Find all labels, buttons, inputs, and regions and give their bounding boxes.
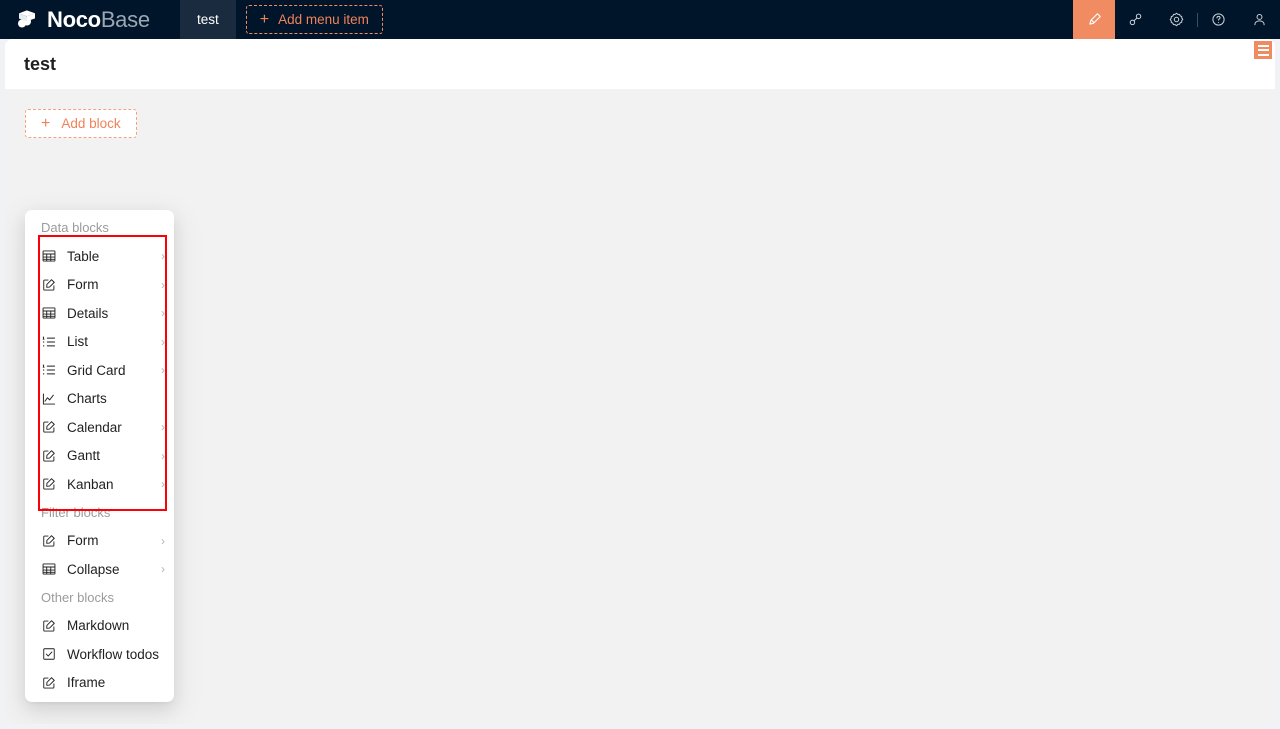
menu-item-label: Calendar (67, 419, 122, 435)
menu-item-label: Workflow todos (67, 646, 160, 662)
add-block-button[interactable]: + Add block (25, 109, 137, 138)
menu-item-label: List (67, 334, 89, 349)
app-header: NocoBase test + Add menu item (0, 0, 1280, 39)
plugin-settings-icon[interactable] (1115, 0, 1156, 39)
list-icon (41, 334, 56, 349)
nocobase-cube-logo-icon (14, 7, 40, 33)
form-icon (41, 477, 56, 492)
menu-item-calendar[interactable]: Calendar › (25, 413, 174, 442)
chevron-right-icon: › (161, 533, 165, 548)
menu-item-label: Collapse (67, 561, 120, 577)
menu-item-grid-card[interactable]: Grid Card › (25, 356, 174, 385)
menu-item-kanban[interactable]: Kanban › (25, 470, 174, 499)
logo-text-primary: Noco (47, 6, 101, 32)
menu-group-title: Other blocks (41, 589, 114, 605)
form-icon (41, 618, 56, 633)
user-avatar-icon[interactable] (1239, 0, 1280, 39)
top-menu-tabs: test + Add menu item (180, 0, 1073, 39)
chevron-right-icon: › (161, 334, 165, 349)
plus-icon: + (41, 114, 51, 132)
menu-item-label: Grid Card (67, 362, 126, 378)
ui-editor-pen-icon[interactable] (1073, 0, 1115, 39)
chevron-right-icon: › (161, 249, 165, 264)
menu-item-label: Form (67, 533, 99, 548)
chevron-right-icon: › (161, 562, 165, 577)
page-container: test + Add block Data blocks Table › Form › D… (5, 39, 1275, 724)
table-icon (41, 249, 56, 264)
page-body: + Add block Data blocks Table › Form › Detail… (5, 89, 1275, 724)
app-logo[interactable]: NocoBase (0, 0, 180, 39)
menu-item-form[interactable]: Form › (25, 271, 174, 300)
menu-item-label: Charts (67, 391, 107, 406)
menu-tab-test[interactable]: test (180, 0, 236, 39)
form-icon (41, 533, 56, 548)
menu-item-iframe[interactable]: Iframe (25, 669, 174, 698)
menu-item-collapse[interactable]: Collapse › (25, 555, 174, 584)
menu-item-label: Table (67, 248, 100, 264)
menu-group-title: Data blocks (41, 220, 109, 235)
page-header: test (5, 39, 1275, 89)
add-menu-item-button[interactable]: + Add menu item (245, 5, 383, 34)
table-icon (41, 306, 56, 321)
menu-item-label: Kanban (67, 476, 114, 492)
chevron-right-icon: › (161, 477, 165, 492)
chevron-right-icon: › (161, 420, 165, 435)
add-block-label: Add block (61, 116, 121, 131)
page-designer-toggle-icon[interactable] (1254, 41, 1272, 59)
menu-item-label: Details (67, 305, 109, 321)
menu-item-label: Gantt (67, 448, 101, 463)
menu-item-markdown[interactable]: Markdown (25, 612, 174, 641)
form-icon (41, 277, 56, 292)
chevron-right-icon: › (161, 277, 165, 292)
menu-item-gantt[interactable]: Gantt › (25, 442, 174, 471)
checkbox-icon (41, 647, 56, 662)
menu-item-label: Form (67, 277, 99, 292)
chevron-right-icon: › (161, 448, 165, 463)
plus-icon: + (259, 10, 270, 28)
add-block-dropdown-menu: Data blocks Table › Form › Details › List › Grid … (25, 210, 174, 702)
line-chart-icon (41, 391, 56, 406)
block-menu-list: Data blocks Table › Form › Details › List › Grid … (25, 214, 174, 697)
menu-item-form[interactable]: Form › (25, 527, 174, 556)
menu-item-label: Markdown (67, 618, 130, 633)
menu-item-table[interactable]: Table › (25, 242, 174, 271)
form-icon (41, 420, 56, 435)
header-right-icons (1073, 0, 1280, 39)
chevron-right-icon: › (161, 363, 165, 378)
form-icon (41, 675, 56, 690)
logo-text-secondary: Base (100, 6, 150, 32)
menu-item-list[interactable]: List › (25, 328, 174, 357)
form-icon (41, 448, 56, 463)
help-circle-icon[interactable] (1198, 0, 1239, 39)
add-menu-item-label: Add menu item (278, 12, 369, 27)
page-title: test (24, 53, 57, 74)
menu-item-label: Iframe (67, 675, 106, 690)
menu-item-details[interactable]: Details › (25, 299, 174, 328)
table-icon (41, 562, 56, 577)
menu-group-title: Filter blocks (41, 504, 111, 520)
list-icon (41, 363, 56, 378)
menu-item-charts[interactable]: Charts (25, 385, 174, 414)
app-logo-text: NocoBase (47, 6, 150, 32)
chevron-right-icon: › (161, 306, 165, 321)
gear-icon[interactable] (1156, 0, 1197, 39)
menu-item-workflow-todos[interactable]: Workflow todos (25, 640, 174, 669)
